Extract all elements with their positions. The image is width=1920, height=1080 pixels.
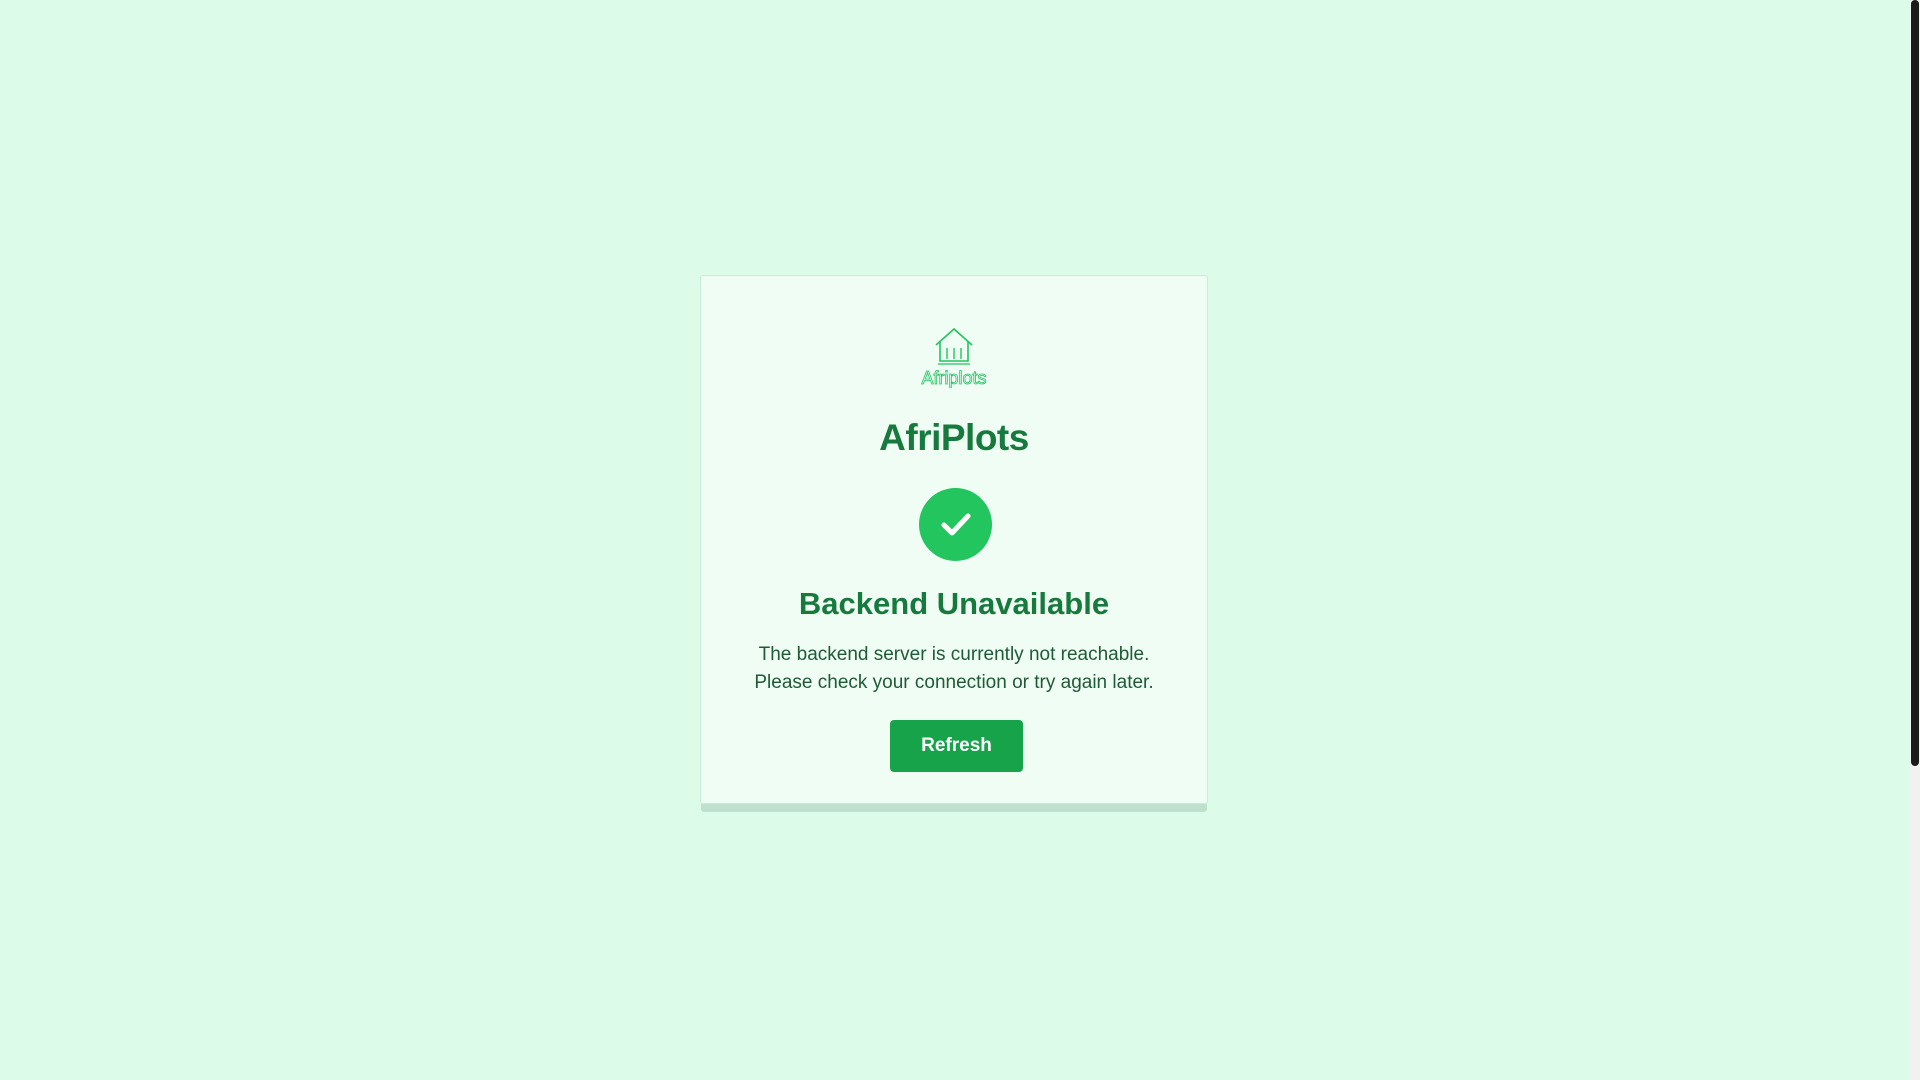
card-bottom-border bbox=[701, 804, 1207, 812]
afriplots-logo: Afriplots bbox=[921, 327, 987, 388]
refresh-button[interactable]: Refresh bbox=[890, 720, 1023, 772]
status-title: Backend Unavailable bbox=[798, 586, 1110, 621]
status-card: Afriplots AfriPlots Backend Unavailable … bbox=[700, 275, 1208, 804]
status-indicator bbox=[919, 488, 992, 561]
status-message-line-1: The backend server is currently not reac… bbox=[758, 644, 1150, 665]
scrollbar-thumb[interactable] bbox=[1911, 0, 1919, 766]
status-message: The backend server is currently not reac… bbox=[701, 641, 1207, 697]
check-icon bbox=[941, 513, 971, 536]
scrollbar[interactable] bbox=[1910, 0, 1920, 1080]
page-background: Afriplots AfriPlots Backend Unavailable … bbox=[0, 0, 1910, 1080]
brand-name: AfriPlots bbox=[879, 417, 1029, 458]
logo-wordmark: Afriplots bbox=[921, 368, 986, 388]
status-message-line-2: Please check your connection or try agai… bbox=[754, 672, 1154, 693]
